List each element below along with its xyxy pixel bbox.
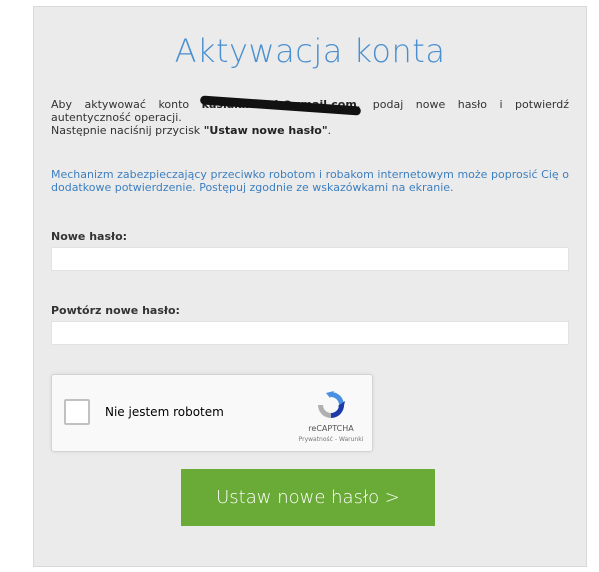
intro-prefix: Aby aktywować konto xyxy=(51,98,190,111)
new-password-label: Nowe hasło: xyxy=(51,230,128,243)
intro-button-ref: "Ustaw nowe hasło" xyxy=(203,124,328,137)
set-password-button[interactable]: Ustaw nowe hasło > xyxy=(181,469,435,526)
repeat-password-input[interactable] xyxy=(51,321,569,345)
recaptcha-logo-icon xyxy=(318,391,345,418)
recaptcha-checkbox[interactable] xyxy=(64,399,90,425)
intro-text: Aby aktywować konto kasiakmiciek@gmail.c… xyxy=(51,95,569,137)
activation-panel: Aktywacja konta Aby aktywować konto kasi… xyxy=(33,6,587,567)
email-wrapper: kasiakmiciek@gmail.com xyxy=(199,95,361,116)
intro-line2-prefix: Następnie naciśnij przycisk xyxy=(51,124,201,137)
intro-line2-suffix: . xyxy=(327,124,332,137)
recaptcha-checkbox-label: Nie jestem robotem xyxy=(105,405,224,419)
bot-protection-notice: Mechanizm zabezpieczający przeciwko robo… xyxy=(51,168,569,194)
repeat-password-label: Powtórz nowe hasło: xyxy=(51,304,180,317)
recaptcha-links[interactable]: Prywatność - Warunki xyxy=(288,436,374,443)
new-password-input[interactable] xyxy=(51,247,569,271)
page-title: Aktywacja konta xyxy=(174,32,446,70)
recaptcha-brand: reCAPTCHA xyxy=(308,424,354,433)
recaptcha-widget: Nie jestem robotem reCAPTCHA Prywatność … xyxy=(51,374,373,452)
